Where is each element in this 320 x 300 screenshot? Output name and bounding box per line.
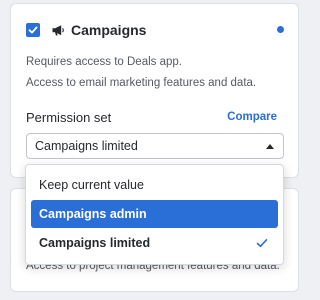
- requirement-text: Requires access to Deals app.: [26, 56, 182, 68]
- campaigns-checkbox[interactable]: [26, 23, 40, 37]
- status-indicator-dot: [277, 26, 284, 33]
- campaigns-permission-card: Campaigns Requires access to Deals app. …: [10, 3, 299, 178]
- option-label: Campaigns limited: [39, 236, 151, 250]
- dropdown-option-campaigns-limited[interactable]: Campaigns limited: [31, 229, 278, 257]
- permission-description: Access to email marketing features and d…: [26, 77, 257, 89]
- megaphone-icon: [51, 23, 65, 37]
- dropdown-option-campaigns-admin[interactable]: Campaigns admin: [31, 200, 278, 228]
- permission-set-dropdown-menu: Keep current value Campaigns admin Campa…: [25, 164, 284, 265]
- compare-link[interactable]: Compare: [227, 111, 277, 123]
- dropdown-option-keep-current[interactable]: Keep current value: [31, 171, 278, 199]
- permission-set-select[interactable]: Campaigns limited: [26, 133, 284, 159]
- selected-check-icon: [256, 239, 268, 248]
- caret-up-icon: [266, 144, 274, 149]
- permission-header: Campaigns: [26, 22, 146, 38]
- permission-set-label: Permission set: [26, 110, 112, 125]
- option-label: Keep current value: [39, 178, 144, 192]
- permission-title: Campaigns: [71, 22, 147, 38]
- checkmark-icon: [28, 26, 38, 34]
- option-label: Campaigns admin: [39, 207, 147, 221]
- select-value: Campaigns limited: [35, 139, 138, 153]
